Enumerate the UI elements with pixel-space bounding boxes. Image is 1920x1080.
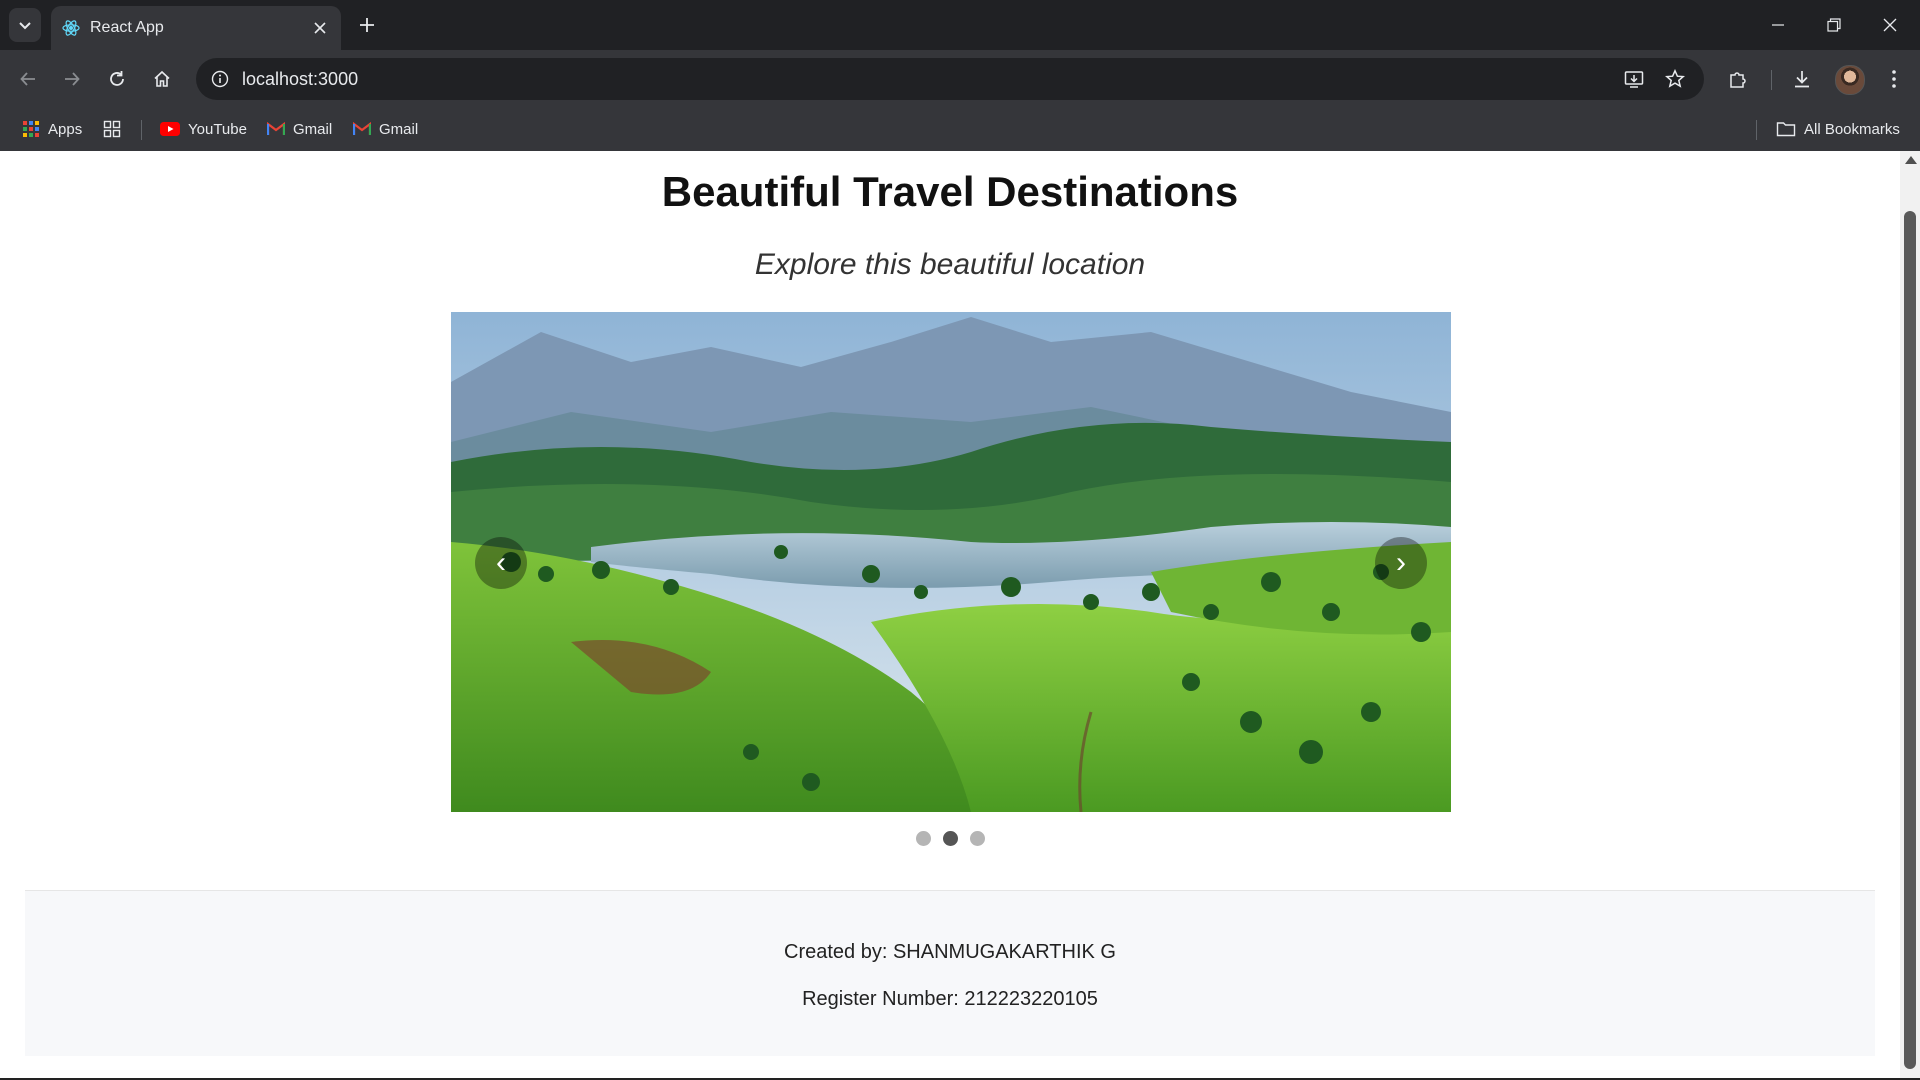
carousel-dot[interactable] — [969, 831, 985, 846]
arrow-right-icon — [65, 72, 80, 86]
plus-icon — [360, 18, 374, 32]
bookmarks-bar: Apps YouTube Gmail Gmail All Bookmarks — [0, 108, 1920, 151]
site-info-button[interactable] — [204, 63, 236, 95]
scroll-thumb[interactable] — [1904, 211, 1916, 1069]
bookmark-star-button[interactable] — [1659, 63, 1691, 95]
chevron-down-icon — [19, 22, 31, 30]
bookmark-gmail-2[interactable]: Gmail — [353, 116, 418, 142]
browser-toolbar: localhost:3000 — [0, 50, 1920, 108]
bookmark-label: Gmail — [379, 120, 419, 138]
home-button[interactable] — [146, 63, 178, 95]
tab-title: React App — [90, 19, 164, 36]
restore-icon — [1827, 18, 1841, 32]
browser-chrome: React App localhost:3000 Apps YouTube Gm… — [0, 0, 1920, 151]
arrow-left-icon — [20, 72, 35, 86]
bookmarks-separator — [1756, 120, 1757, 140]
download-icon — [1795, 71, 1809, 88]
carousel-next-button[interactable]: › — [1375, 537, 1427, 589]
carousel-prev-button[interactable]: ‹ — [475, 537, 527, 589]
chevron-right-icon: › — [1396, 546, 1406, 579]
install-app-button[interactable] — [1618, 63, 1650, 95]
all-bookmarks-label: All Bookmarks — [1804, 120, 1900, 138]
close-window-button[interactable] — [1862, 0, 1918, 50]
gmail-icon — [353, 122, 371, 135]
install-app-icon — [1624, 71, 1644, 88]
tab-groups-button[interactable] — [103, 116, 121, 142]
puzzle-icon — [1730, 72, 1746, 88]
tab-react-app[interactable]: React App — [51, 6, 341, 50]
page-scrollbar[interactable] — [1900, 151, 1920, 1080]
youtube-icon — [160, 122, 180, 136]
page-title: Beautiful Travel Destinations — [661, 168, 1239, 215]
gmail-icon — [267, 122, 285, 135]
profile-avatar[interactable] — [1835, 65, 1865, 95]
apps-grid-icon — [23, 121, 39, 137]
footer-register-number: Register Number: 212223220105 — [802, 988, 1098, 1010]
carousel-dot-active[interactable] — [942, 831, 958, 846]
bookmark-apps[interactable]: Apps — [22, 116, 82, 142]
page-viewport: Beautiful Travel Destinations Explore th… — [0, 151, 1920, 1080]
tab-close-icon[interactable] — [309, 17, 331, 39]
bookmark-label: Apps — [48, 120, 83, 138]
reload-icon — [110, 71, 124, 86]
tab-groups-icon — [103, 120, 121, 138]
page-subtitle: Explore this beautiful location — [754, 248, 1146, 281]
home-icon — [154, 70, 170, 87]
minimize-icon — [1772, 24, 1784, 26]
page-footer: Created by: SHANMUGAKARTHIK G Register N… — [25, 890, 1875, 1056]
minimize-button[interactable] — [1750, 0, 1806, 50]
react-favicon-icon — [62, 20, 80, 36]
new-tab-button[interactable] — [353, 11, 381, 39]
carousel-indicators — [0, 831, 1900, 846]
chevron-left-icon: ‹ — [496, 546, 506, 579]
bookmark-label: Gmail — [293, 120, 333, 138]
info-icon — [211, 70, 229, 88]
tab-search-button[interactable] — [9, 8, 41, 42]
browser-menu-button[interactable] — [1878, 63, 1910, 95]
tab-strip: React App — [0, 0, 1920, 50]
forward-button[interactable] — [56, 63, 88, 95]
carousel-dot[interactable] — [915, 831, 931, 846]
address-bar[interactable]: localhost:3000 — [196, 58, 1704, 100]
footer-created-by: Created by: SHANMUGAKARTHIK G — [784, 941, 1116, 963]
bookmark-label: YouTube — [188, 120, 247, 138]
more-vertical-icon — [1892, 70, 1896, 88]
restore-button[interactable] — [1806, 0, 1862, 50]
bookmark-youtube[interactable]: YouTube — [160, 116, 247, 142]
all-bookmarks-button[interactable]: All Bookmarks — [1776, 116, 1900, 142]
scroll-up-arrow-icon[interactable] — [1905, 156, 1917, 164]
url-text[interactable]: localhost:3000 — [242, 69, 358, 90]
bookmarks-separator — [141, 120, 142, 140]
downloads-button[interactable] — [1786, 63, 1818, 95]
back-button[interactable] — [12, 63, 44, 95]
star-icon — [1665, 69, 1685, 88]
landscape-photo — [451, 312, 1451, 812]
extensions-button[interactable] — [1722, 63, 1754, 95]
folder-icon — [1776, 122, 1796, 137]
close-icon — [1883, 18, 1897, 32]
toolbar-separator — [1771, 70, 1772, 90]
reload-button[interactable] — [101, 63, 133, 95]
image-carousel: ‹ › — [451, 312, 1451, 812]
bookmark-gmail-1[interactable]: Gmail — [267, 116, 332, 142]
